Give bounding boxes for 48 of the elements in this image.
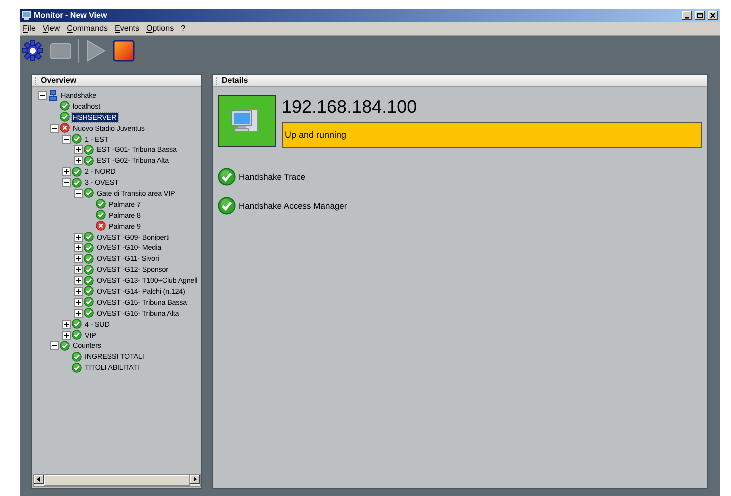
maximize-button[interactable] <box>695 11 705 20</box>
expand-icon[interactable] <box>74 298 83 307</box>
expand-icon[interactable] <box>62 320 71 329</box>
scroll-left-button[interactable] <box>34 475 44 484</box>
collapse-icon[interactable] <box>62 178 71 188</box>
app-icon <box>22 11 31 20</box>
menu-item[interactable]: File <box>23 24 36 33</box>
menu-item[interactable]: ? <box>181 24 186 33</box>
expand-icon[interactable] <box>62 167 71 176</box>
service-label: Handshake Access Manager <box>239 201 348 211</box>
horizontal-scrollbar[interactable] <box>33 474 201 487</box>
menu-item[interactable]: Options <box>146 24 174 33</box>
expand-icon[interactable] <box>74 232 83 242</box>
collapse-icon[interactable] <box>50 124 59 133</box>
scroll-right-button[interactable] <box>190 475 200 484</box>
maximize-icon <box>696 12 704 19</box>
right-arrow-icon <box>191 476 199 483</box>
close-button[interactable] <box>708 11 718 20</box>
expand-icon[interactable] <box>62 330 71 340</box>
window-title: Monitor - New View <box>34 11 108 20</box>
panel-title: Details <box>222 76 248 85</box>
expand-icon[interactable] <box>74 276 83 286</box>
expand-icon[interactable] <box>74 243 83 252</box>
service-label: Handshake Trace <box>239 172 306 182</box>
minimize-button[interactable] <box>682 11 692 20</box>
expand-icon[interactable] <box>74 145 83 154</box>
expand-icon[interactable] <box>74 265 83 274</box>
host-address: 192.168.184.100 <box>282 96 418 119</box>
close-icon <box>709 12 717 19</box>
expand-icon[interactable] <box>74 308 83 318</box>
gear-icon[interactable] <box>22 40 44 62</box>
panel-title: Overview <box>41 76 77 85</box>
expand-icon[interactable] <box>74 286 83 296</box>
menu-item[interactable]: Commands <box>67 24 108 33</box>
collapse-icon[interactable] <box>50 341 59 350</box>
left-arrow-icon <box>35 476 43 483</box>
network-icon <box>48 90 58 101</box>
collapse-icon[interactable] <box>62 134 71 144</box>
collapse-icon[interactable] <box>38 90 47 100</box>
expand-icon[interactable] <box>74 254 83 264</box>
stop-icon[interactable] <box>113 40 135 62</box>
status-text: Up and running <box>285 130 347 140</box>
scroll-thumb[interactable] <box>44 475 190 486</box>
collapse-icon[interactable] <box>74 188 83 198</box>
menu-item[interactable]: View <box>42 24 60 33</box>
toolbar-separator <box>78 39 79 63</box>
menu-item[interactable]: Events <box>115 24 140 33</box>
expand-icon[interactable] <box>74 156 83 166</box>
